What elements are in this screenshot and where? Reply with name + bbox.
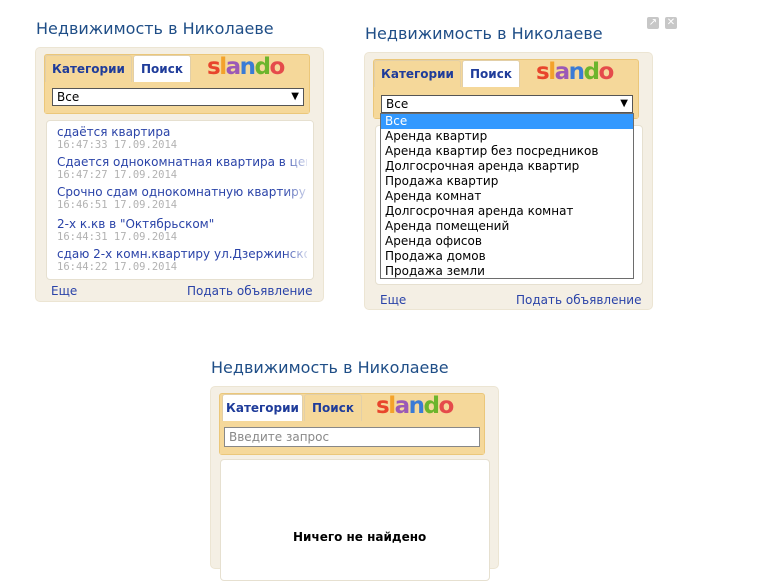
list-item[interactable]: сдаю 2-х комн.квартиру ул.Дзержинского 1… [57,247,307,274]
listing-time: 16:47:27 17.09.2014 [57,169,178,181]
listings-fade [283,121,313,279]
logo-letter: d [583,59,600,85]
listing-title[interactable]: сдаётся квартира [57,125,307,139]
widget-2-tabbar: Категории Поиск slando Все ▼ [373,59,639,119]
slando-logo[interactable]: slando [536,59,614,85]
logo-letter: s [207,54,221,80]
dropdown-option[interactable]: Аренда офисов [381,234,633,249]
widget-1: Категории Поиск slando Все ▼ сдаётся ква… [36,48,323,301]
category-select[interactable]: Все ▼ [52,88,304,106]
widget-3-tabbar: Категории Поиск slando [219,393,485,455]
dropdown-option[interactable]: Долгосрочная аренда квартир [381,159,633,174]
logo-letter: a [394,393,411,419]
chevron-down-icon: ▼ [291,91,299,102]
list-item[interactable]: 2-х к.кв в "Октябрьском" 16:44:31 17.09.… [57,217,307,244]
tab-search[interactable]: Поиск [462,60,520,87]
results-panel: Ничего не найдено [220,459,490,581]
post-ad-link[interactable]: Подать объявление [187,284,312,298]
post-ad-link[interactable]: Подать объявление [516,293,641,307]
empty-message: Ничего не найдено [293,530,427,544]
listing-title[interactable]: Срочно сдам однокомнатную квартиру в цен… [57,185,307,199]
widget-2-title: Недвижимость в Николаеве [365,24,603,43]
listing-title[interactable]: сдаю 2-х комн.квартиру ул.Дзержинского [57,247,307,261]
logo-letter: n [568,59,585,85]
dropdown-option[interactable]: Продажа домов [381,249,633,264]
logo-letter: d [254,54,271,80]
logo-letter: d [423,393,440,419]
dropdown-option[interactable]: Аренда комнат [381,189,633,204]
logo-letter: n [408,393,425,419]
tab-search[interactable]: Поиск [304,394,362,421]
listings-list: сдаётся квартира 16:47:33 17.09.2014 Сда… [46,120,314,280]
widget-1-tab-content: Все ▼ [45,82,309,113]
list-item[interactable]: сдаётся квартира 16:47:33 17.09.2014 [57,125,307,152]
list-item[interactable]: Сдается однокомнатная квартира в центре … [57,155,307,182]
logo-letter: o [269,54,285,80]
category-select[interactable]: Все ▼ [381,95,633,113]
dropdown-option[interactable]: Аренда квартир без посредников [381,144,633,159]
widget-3-title: Недвижимость в Николаеве [211,358,449,377]
slando-logo[interactable]: slando [207,54,285,80]
dropdown-option[interactable]: Продажа квартир [381,174,633,189]
logo-letter: s [536,59,550,85]
list-item[interactable]: Срочно сдам однокомнатную квартиру в цен… [57,185,307,212]
listing-time: 16:47:33 17.09.2014 [57,139,178,151]
listing-time: 16:44:22 17.09.2014 [57,261,178,273]
dropdown-option[interactable]: Все [381,114,633,129]
more-link[interactable]: Еще [51,284,77,298]
listing-time: 16:46:51 17.09.2014 [57,199,178,211]
tab-categories[interactable]: Категории [374,60,461,87]
logo-letter: s [376,393,390,419]
widget-1-title: Недвижимость в Николаеве [36,19,274,38]
tab-categories[interactable]: Категории [222,394,303,421]
tab-categories[interactable]: Категории [45,55,132,82]
listing-title[interactable]: 2-х к.кв в "Октябрьском" [57,217,307,231]
dropdown-option[interactable]: Аренда помещений [381,219,633,234]
category-dropdown-list[interactable]: Все Аренда квартир Аренда квартир без по… [380,113,634,279]
search-input[interactable] [224,427,480,447]
logo-letter: a [554,59,571,85]
dropdown-option[interactable]: Продажа земли [381,264,633,279]
dropdown-option[interactable]: Долгосрочная аренда комнат [381,204,633,219]
category-select-value: Все [57,90,80,104]
logo-letter: o [438,393,454,419]
widget-3: Категории Поиск slando Ничего не найдено [211,387,498,581]
listing-time: 16:44:31 17.09.2014 [57,231,178,243]
category-select-value: Все [386,97,409,111]
logo-letter: a [225,54,242,80]
widget-1-tabbar: Категории Поиск slando Все ▼ [44,54,310,114]
slando-logo[interactable]: slando [376,393,454,419]
chevron-down-icon: ▼ [620,98,628,109]
tab-search[interactable]: Поиск [133,55,191,82]
logo-letter: o [598,59,614,85]
listing-title[interactable]: Сдается однокомнатная квартира в центре [57,155,307,169]
widget-3-tab-content [220,421,484,454]
share-icon[interactable]: ↗ [647,17,659,29]
more-link[interactable]: Еще [380,293,406,307]
close-icon[interactable]: ✕ [665,17,677,29]
logo-letter: n [239,54,256,80]
dropdown-option[interactable]: Аренда квартир [381,129,633,144]
